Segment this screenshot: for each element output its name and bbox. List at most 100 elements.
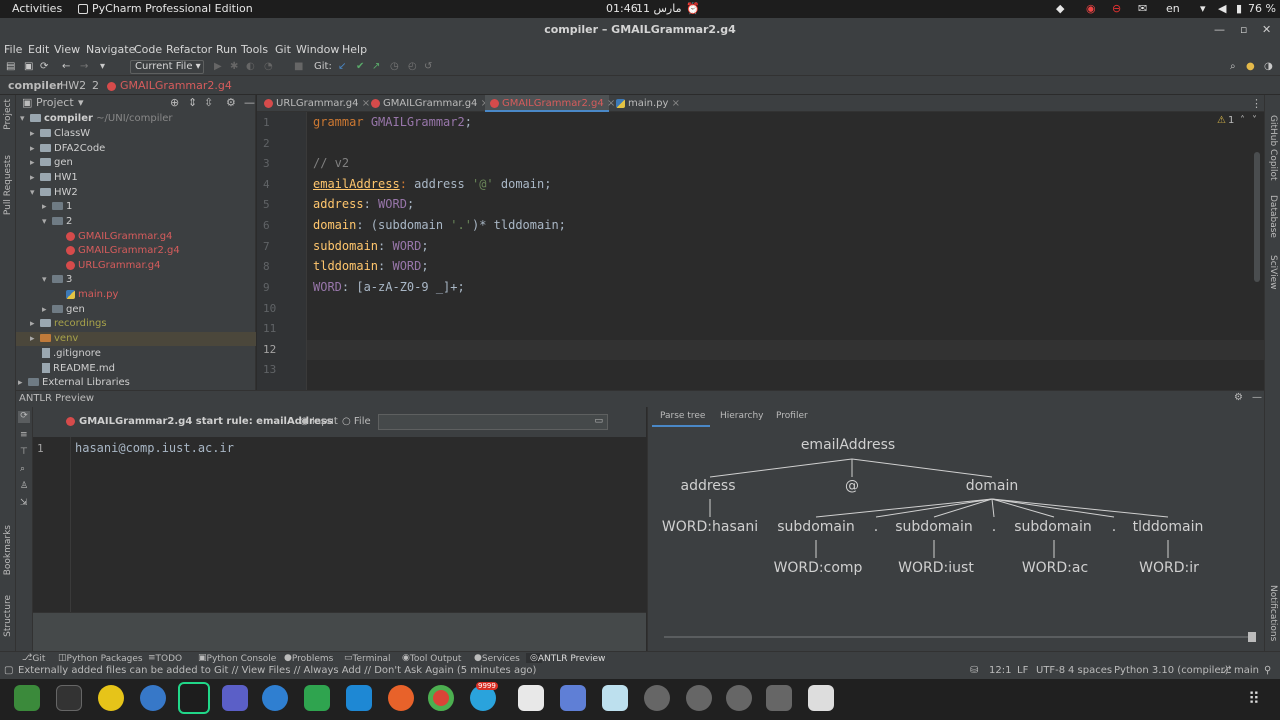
gear-icon[interactable]: ⚙	[226, 96, 236, 109]
tree-node-word-ir[interactable]: WORD:ir	[1139, 560, 1199, 576]
collapse-icon[interactable]: ⇳	[204, 96, 213, 109]
run-icon[interactable]: ▶	[214, 61, 222, 72]
status-interpreter[interactable]: Python 3.10 (compiler)	[1114, 665, 1229, 676]
menu-run[interactable]: Run	[216, 43, 237, 56]
tool-tab-services[interactable]: ● Services	[474, 653, 520, 664]
menu-window[interactable]: Window	[296, 43, 339, 56]
tree-item-gmailgrammar[interactable]: GMAILGrammar.g4	[66, 230, 172, 244]
project-view-select[interactable]: Project	[36, 96, 74, 109]
tool-tab-terminal[interactable]: ▭ Terminal	[344, 653, 391, 664]
pull-requests-stripe-tab[interactable]: Pull Requests	[3, 155, 13, 215]
gear-icon[interactable]: ⚙	[1234, 392, 1243, 403]
help-app-icon[interactable]	[262, 685, 288, 711]
sciview-stripe-tab[interactable]: SciView	[1268, 255, 1278, 290]
close-icon[interactable]: ×	[672, 98, 680, 109]
tree-item-gmailgrammar2[interactable]: GMAILGrammar2.g4	[66, 244, 180, 258]
tree-item-hw2[interactable]: ▾ HW2	[30, 186, 78, 200]
tree-item-dfa2code[interactable]: ▸ DFA2Code	[30, 142, 105, 156]
tree-node-subdomain[interactable]: subdomain	[895, 519, 973, 535]
next-highlight-icon[interactable]: ˅	[1252, 115, 1257, 126]
file-radio[interactable]: ○ File	[342, 416, 371, 427]
editor-scrollbar[interactable]	[1254, 152, 1260, 282]
tree-node-root[interactable]: emailAddress	[801, 437, 895, 453]
tab-gmailgrammar[interactable]: GMAILGrammar.g4 ×	[366, 95, 489, 112]
prev-highlight-icon[interactable]: ˄	[1240, 115, 1245, 126]
menu-navigate[interactable]: Navigate	[86, 43, 135, 56]
back-icon[interactable]: ←	[62, 61, 70, 72]
app-menu[interactable]: PyCharm Professional Edition	[92, 2, 253, 15]
breadcrumb-project[interactable]: compiler	[8, 79, 62, 92]
anime-app-icon[interactable]	[602, 685, 628, 711]
refresh-icon[interactable]: ⟳	[18, 411, 30, 423]
locate-icon[interactable]: ⊕	[170, 96, 179, 109]
hide-icon[interactable]: —	[244, 96, 255, 109]
maximize-button[interactable]: ▫	[1240, 18, 1247, 42]
status-lock-icon[interactable]: ⛁	[970, 665, 978, 676]
tree-node-word-comp[interactable]: WORD:comp	[774, 560, 863, 576]
git-commit-icon[interactable]: ✔	[356, 61, 364, 72]
git-history-icon[interactable]: ◷	[390, 61, 399, 72]
tool-tab-problems[interactable]: ● Problems	[284, 653, 333, 664]
tree-node-address[interactable]: address	[680, 478, 735, 494]
tab-hierarchy[interactable]: Hierarchy	[720, 411, 764, 421]
tool-tab-tool-output[interactable]: ◉ Tool Output	[402, 653, 461, 664]
database-stripe-tab[interactable]: Database	[1268, 195, 1278, 238]
tree-node-word-ac[interactable]: WORD:ac	[1022, 560, 1088, 576]
profile-icon[interactable]: ◔	[264, 61, 273, 72]
menu-help[interactable]: Help	[342, 43, 367, 56]
breadcrumb-2[interactable]: 2	[92, 79, 99, 92]
disk-icon[interactable]	[644, 685, 670, 711]
project-stripe-tab[interactable]: Project	[3, 99, 13, 130]
tree-item-gen[interactable]: ▸ gen	[30, 156, 73, 170]
code-editor[interactable]: 1 2 3 4 5 6 7 8 9 10 11 12 13 grammar GM…	[257, 112, 1264, 390]
status-line-separator[interactable]: LF	[1017, 665, 1028, 676]
tree-item-2[interactable]: ▾ 2	[42, 215, 72, 229]
file-path-field[interactable]: ▭	[378, 414, 608, 430]
date[interactable]: 11 مارس	[636, 2, 681, 15]
shield-icon[interactable]: ◆	[1056, 2, 1064, 15]
tool-tab-antlr-preview[interactable]: ◎ ANTLR Preview	[526, 653, 605, 664]
keyboard-layout[interactable]: en	[1166, 2, 1180, 15]
minimize-button[interactable]: —	[1214, 18, 1225, 42]
status-indent[interactable]: 4 spaces	[1068, 665, 1112, 676]
vpn-app-icon[interactable]	[304, 685, 330, 711]
tree-item-hw1[interactable]: ▸ HW1	[30, 171, 78, 185]
status-branch[interactable]: main	[1234, 665, 1259, 676]
warning-icon[interactable]: ⚠	[1217, 115, 1226, 126]
firefox-app-icon[interactable]	[388, 685, 414, 711]
search-icon[interactable]: ⌕	[20, 464, 25, 474]
git-rollback-icon[interactable]: ↺	[424, 61, 432, 72]
clock[interactable]: 01:46	[606, 2, 638, 15]
pycharm-app-icon[interactable]	[178, 682, 210, 714]
tree-icon[interactable]: ♙	[20, 481, 28, 491]
zoom-slider-thumb[interactable]	[1248, 632, 1256, 642]
show-apps-icon[interactable]: ⠿	[1248, 689, 1260, 708]
menu-refactor[interactable]: Refactor	[166, 43, 212, 56]
tool-tab-python-console[interactable]: ▣ Python Console	[198, 653, 276, 664]
tab-urlgrammar[interactable]: URLGrammar.g4 ×	[259, 95, 370, 112]
trash-icon[interactable]	[808, 685, 834, 711]
git-push-icon[interactable]: ↗	[372, 61, 380, 72]
activities-button[interactable]: Activities	[12, 2, 62, 15]
status-message[interactable]: Externally added files can be added to G…	[18, 665, 536, 676]
status-position[interactable]: 12:1	[989, 665, 1011, 676]
filter-icon[interactable]: ⊤	[20, 447, 28, 457]
tree-item-venv[interactable]: ▸ venv	[16, 332, 256, 346]
menu-code[interactable]: Code	[134, 43, 162, 56]
files-app-icon[interactable]	[14, 685, 40, 711]
coverage-icon[interactable]: ◐	[246, 61, 255, 72]
breadcrumb-file[interactable]: GMAILGrammar2.g4	[120, 79, 232, 92]
git-clock-icon[interactable]: ◴	[408, 61, 417, 72]
breadcrumb-hw2[interactable]: HW2	[60, 79, 86, 92]
tool-tab-git[interactable]: ⎇ Git	[22, 653, 45, 664]
tree-node-dot[interactable]: .	[1112, 519, 1116, 535]
tray-app-icon[interactable]: ◉	[1086, 2, 1096, 15]
tree-node-subdomain[interactable]: subdomain	[1014, 519, 1092, 535]
stop-icon[interactable]: ■	[294, 61, 303, 72]
tree-item-3[interactable]: ▾ 3	[42, 273, 72, 287]
thunderbird-app-icon[interactable]	[140, 685, 166, 711]
sync-icon[interactable]: ⟳	[40, 61, 48, 72]
tree-item-classw[interactable]: ▸ ClassW	[30, 127, 90, 141]
account-icon[interactable]: ◑	[1264, 61, 1273, 72]
tree-item-compiler[interactable]: ▾ compiler ~/UNI/compiler	[20, 112, 173, 126]
